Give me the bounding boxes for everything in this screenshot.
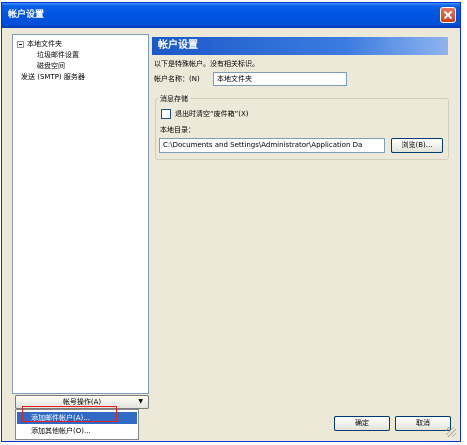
dropdown-arrow-icon: ▼ (138, 398, 143, 405)
account-name-input[interactable]: 本地文件夹 (213, 72, 347, 86)
window-title: 帐户设置 (8, 10, 45, 20)
empty-trash-label: 退出时清空“废件箱”(X) (175, 110, 249, 118)
ok-button[interactable]: 确定 (334, 416, 390, 431)
title-bar: 帐户设置 (2, 3, 460, 28)
tree-collapse-icon[interactable] (17, 41, 24, 48)
browse-button[interactable]: 浏览(B)... (391, 138, 443, 153)
cancel-button[interactable]: 取消 (395, 416, 451, 431)
close-icon[interactable] (440, 7, 456, 23)
menu-item-add-other-account[interactable]: 添加其他帐户(O)... (17, 425, 137, 437)
account-tree[interactable]: 本地文件夹 垃圾邮件设置 磁盘空间 发送 (SMTP) 服务器 (12, 34, 149, 394)
resize-grip-icon[interactable] (446, 427, 456, 437)
account-name-label: 帐户名称：(N) (154, 75, 200, 83)
description-text: 以下是特殊帐户。没有相关标识。 (154, 60, 259, 68)
tree-item-junk-settings[interactable]: 垃圾邮件设置 (37, 50, 79, 60)
highlight-annotation (22, 406, 117, 422)
settings-pane: 帐户设置 以下是特殊帐户。没有相关标识。 帐户名称：(N) 本地文件夹 消息存储… (152, 34, 453, 434)
tree-item-local-folders[interactable]: 本地文件夹 (27, 39, 62, 49)
empty-trash-checkbox[interactable] (161, 109, 171, 119)
tree-item-smtp-server[interactable]: 发送 (SMTP) 服务器 (21, 72, 85, 82)
local-directory-input[interactable]: C:\Documents and Settings\Administrator\… (159, 138, 385, 153)
local-directory-label: 本地目录： (160, 126, 195, 134)
account-settings-window: 帐户设置 本地文件夹 垃圾邮件设置 磁盘空间 发送 (SMTP) 服务器 帐号操… (1, 2, 461, 442)
account-actions-label: 帐号操作(A) (62, 398, 102, 406)
page-title: 帐户设置 (152, 37, 448, 55)
message-storage-label: 消息存储 (158, 94, 190, 104)
tree-item-disk-space[interactable]: 磁盘空间 (37, 61, 65, 71)
